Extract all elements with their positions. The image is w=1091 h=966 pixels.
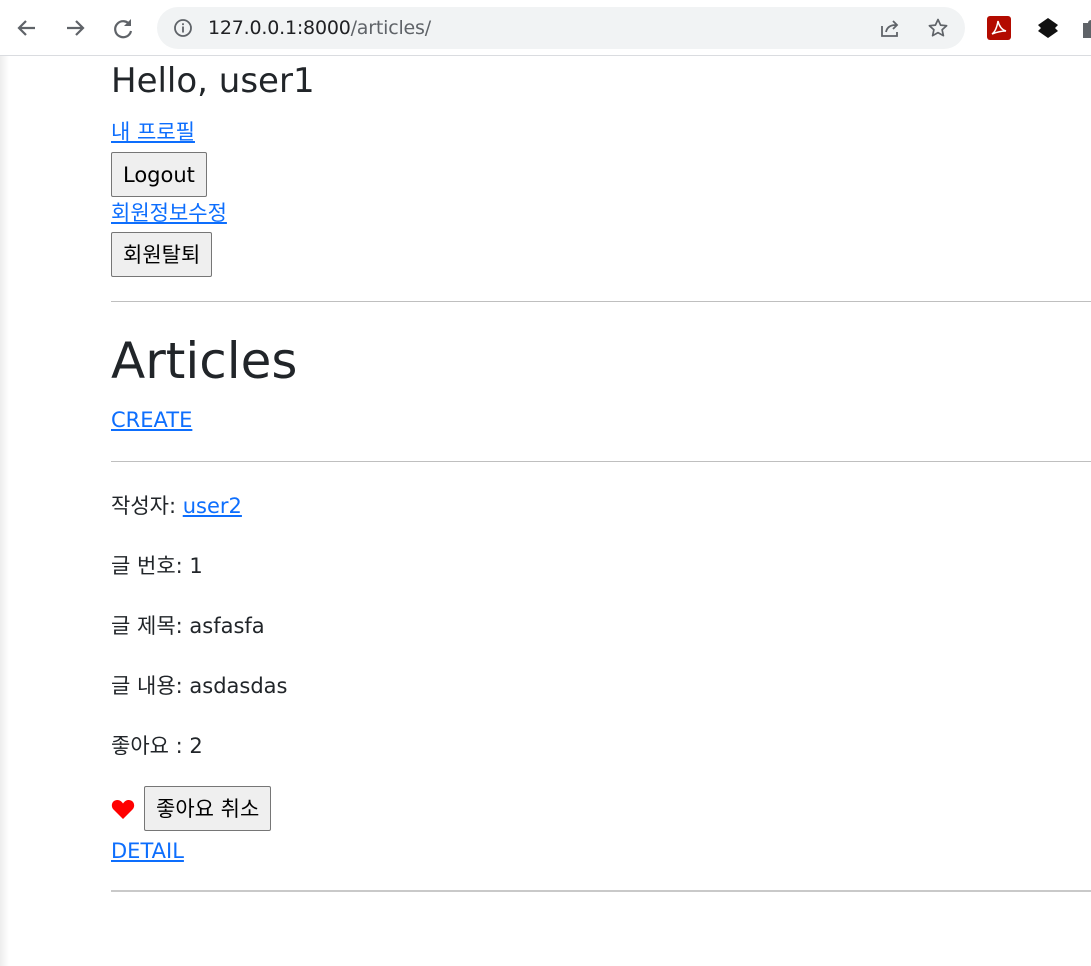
divider	[111, 301, 1091, 302]
article-likes-row: 좋아요 : 2	[111, 732, 203, 760]
delete-account-button[interactable]: 회원탈퇴	[111, 232, 213, 277]
logout-button[interactable]: Logout	[111, 152, 207, 197]
browser-toolbar: 127.0.0.1:8000/articles/	[0, 0, 1091, 56]
author-link[interactable]: user2	[183, 494, 242, 518]
article-content-row: 글 내용: asdasdas	[111, 672, 288, 700]
site-info-icon[interactable]	[173, 18, 193, 38]
share-icon[interactable]	[879, 18, 899, 38]
article-number: 1	[189, 554, 203, 578]
edit-account-link[interactable]: 회원정보수정	[111, 199, 227, 227]
divider	[111, 890, 1091, 892]
heart-icon	[111, 798, 135, 820]
likes-label: 좋아요 :	[111, 734, 183, 758]
title-label: 글 제목:	[111, 614, 183, 638]
bookmark-star-icon[interactable]	[928, 18, 948, 38]
greeting-heading: Hello, user1	[111, 61, 315, 101]
article-title-row: 글 제목: asfasfa	[111, 612, 265, 640]
page-title: Articles	[111, 332, 298, 390]
forward-icon[interactable]	[61, 14, 89, 42]
author-label: 작성자:	[111, 494, 177, 518]
article-number-row: 글 번호: 1	[111, 552, 203, 580]
article-author-row: 작성자: user2	[111, 492, 242, 520]
divider	[111, 461, 1091, 462]
create-link[interactable]: CREATE	[111, 406, 192, 434]
article-content: asdasdas	[189, 674, 288, 698]
content-label: 글 내용:	[111, 674, 183, 698]
article-title: asfasfa	[189, 614, 265, 638]
extension-icon[interactable]	[1036, 16, 1060, 40]
likes-count: 2	[189, 734, 203, 758]
puzzle-icon[interactable]	[1080, 16, 1091, 40]
profile-link[interactable]: 내 프로필	[111, 118, 195, 146]
url-text[interactable]: 127.0.0.1:8000/articles/	[208, 17, 431, 39]
back-icon[interactable]	[13, 14, 41, 42]
reload-icon[interactable]	[109, 14, 137, 42]
detail-link[interactable]: DETAIL	[111, 837, 184, 865]
page-left-shadow	[0, 56, 9, 966]
pdf-extension-icon[interactable]	[987, 16, 1011, 40]
number-label: 글 번호:	[111, 554, 183, 578]
url-path: /articles/	[350, 17, 432, 39]
unlike-button[interactable]: 좋아요 취소	[144, 786, 272, 831]
address-bar[interactable]: 127.0.0.1:8000/articles/	[157, 7, 965, 49]
url-host: 127.0.0.1:8000	[208, 17, 351, 39]
